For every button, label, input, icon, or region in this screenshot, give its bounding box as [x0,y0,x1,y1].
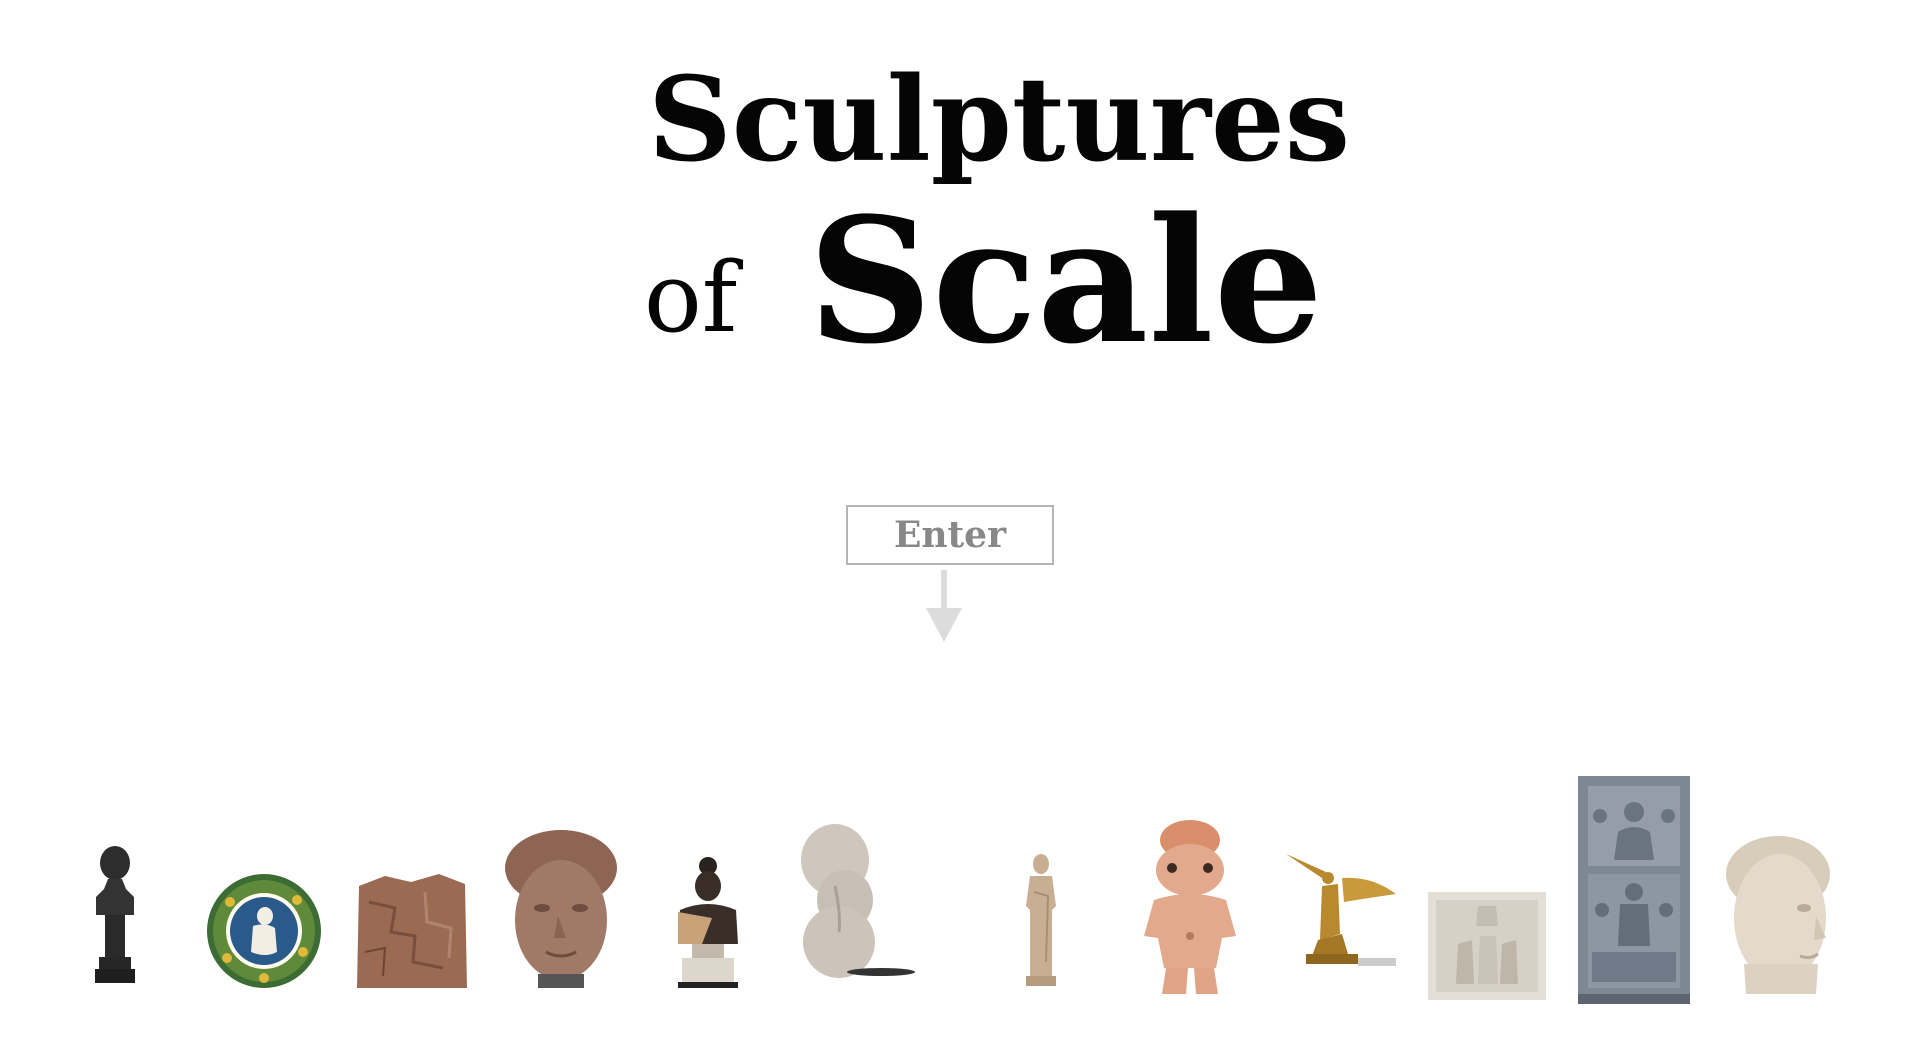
head-sculpture[interactable] [502,828,620,990]
winged-victory-sculpture[interactable] [1282,848,1398,970]
landing-page: Sculptures of Scale Enter [0,0,1920,1038]
arrow-down-icon [926,570,962,642]
marble-head-sculpture[interactable] [1722,834,1838,1000]
terracotta-figurine-sculpture[interactable] [1132,818,1248,998]
bronze-bust-sculpture[interactable] [672,852,744,992]
title-scale: Scale [808,179,1324,382]
sculpture-gallery [0,760,1920,1004]
standing-figure-sculpture[interactable] [1016,852,1066,988]
stele-relief-sculpture[interactable] [1574,776,1694,1004]
marble-relief-panel-sculpture[interactable] [1428,892,1546,1000]
venus-figurine-sculpture[interactable] [795,822,917,982]
title-sculptures: Sculptures [648,52,1351,188]
title-of: of [644,242,738,354]
page-title: Sculptures of Scale [0,0,1920,400]
enter-button[interactable]: Enter [846,505,1054,565]
roundel-sculpture[interactable] [205,872,323,990]
relief-fragment-sculpture[interactable] [355,872,469,988]
bust-sculpture[interactable] [90,845,140,990]
